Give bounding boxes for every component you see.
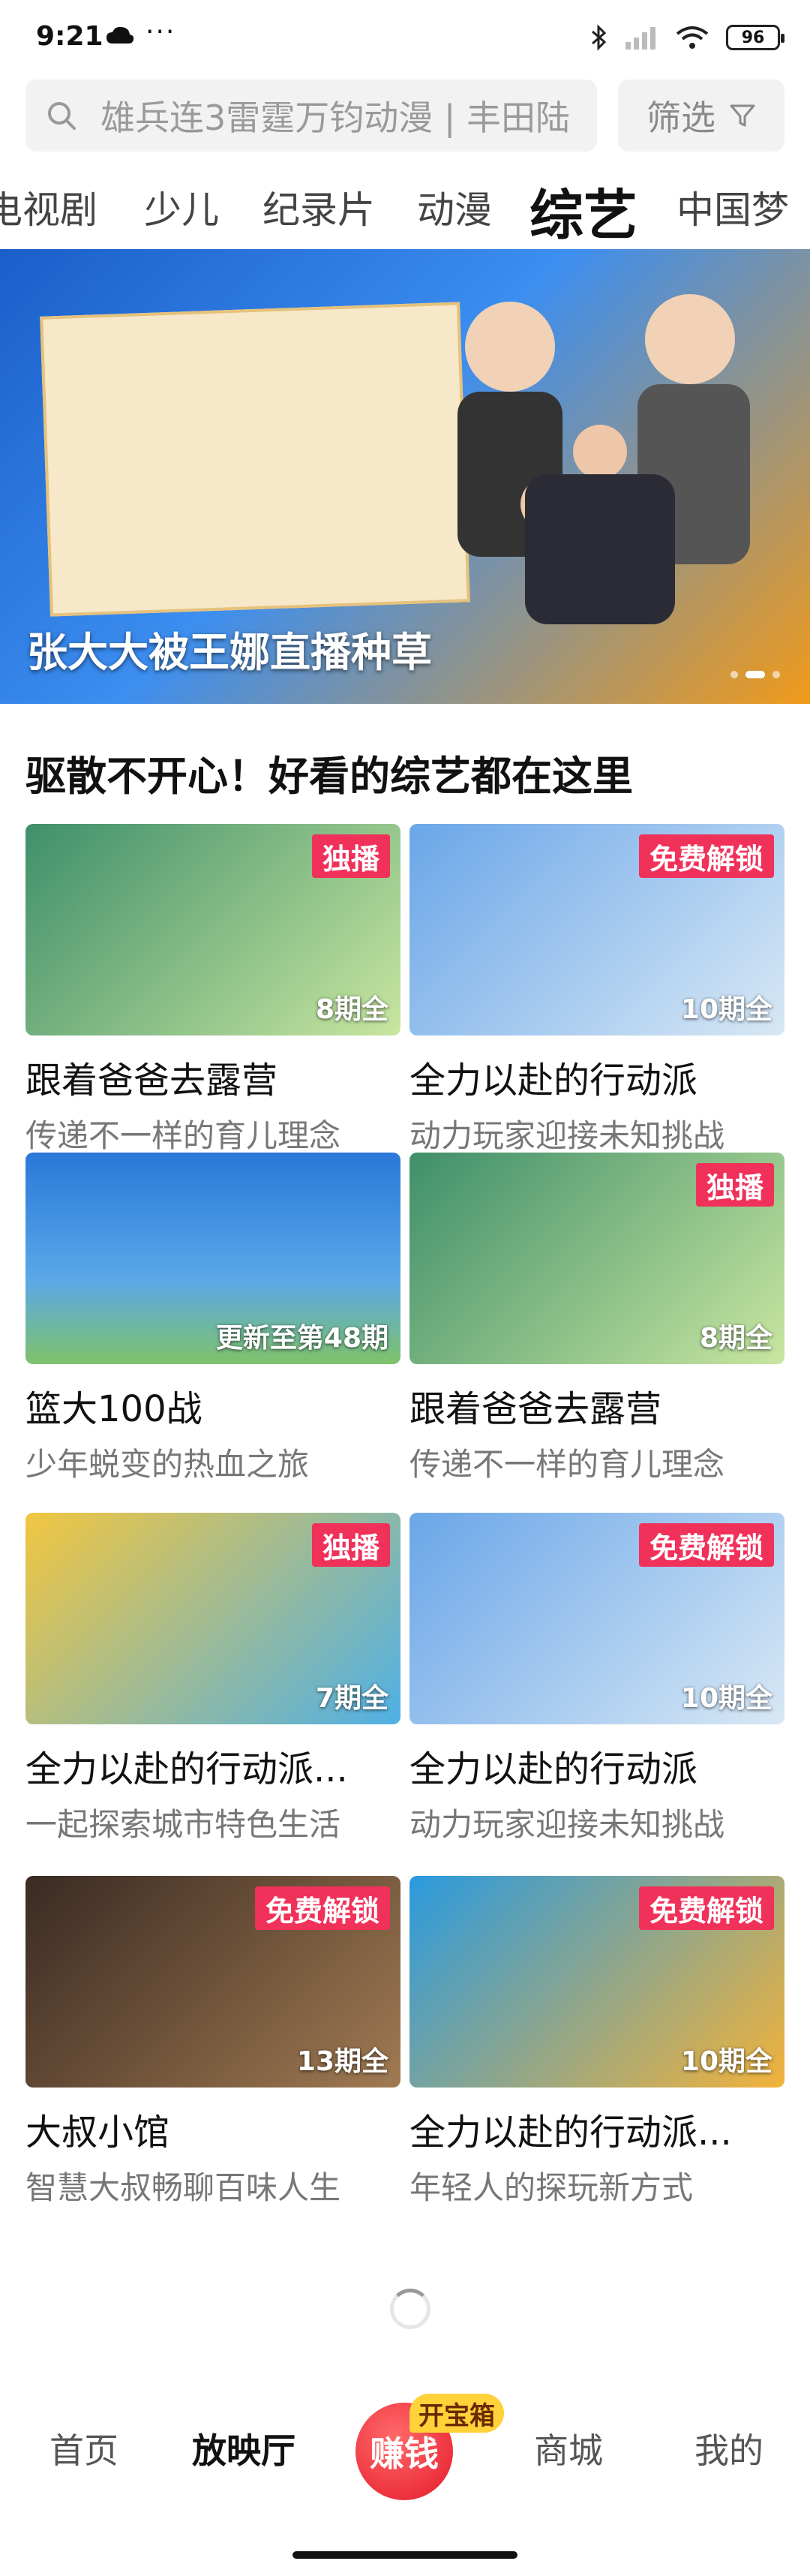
show-badge: 独播 [311,834,390,878]
show-thumbnail: 独播 7期全 [26,1513,400,1724]
carousel-indicator [730,671,780,678]
banner-people-image [458,294,750,624]
show-badge: 免费解锁 [638,1523,774,1567]
search-input[interactable]: 雄兵连3雷霆万钧动漫 | 丰田陆 [26,80,597,152]
tab-china-dream[interactable]: 中国梦 [676,180,789,234]
banner-title: 张大大被王娜直播种草 [27,629,432,676]
show-card[interactable]: 免费解锁 10期全 全力以赴的行动派 动力玩家迎接未知挑战 [410,824,784,1156]
episode-count: 10期全 [680,1683,772,1714]
show-thumbnail: 更新至第48期 [26,1153,400,1364]
tab-tv-series[interactable]: 电视剧 [0,180,98,234]
nav-home[interactable]: 首页 [50,2424,118,2473]
bluetooth-icon [592,24,607,51]
filter-label: 筛选 [646,98,716,138]
show-badge: 独播 [695,1163,774,1207]
show-subtitle: 动力玩家迎接未知挑战 [410,1117,725,1154]
show-card[interactable]: 独播 8期全 跟着爸爸去露营 传递不一样的育儿理念 [410,1153,784,1485]
bottom-navigation: 首页 放映厅 赚钱 开宝箱 商城 我的 [0,2386,810,2536]
show-thumbnail: 免费解锁 10期全 [410,1513,784,1724]
show-subtitle: 智慧大叔畅聊百味人生 [26,2169,341,2206]
show-title: 篮大100战 [26,1388,202,1430]
show-card[interactable]: 更新至第48期 篮大100战 少年蜕变的热血之旅 [26,1153,400,1485]
signal-icon [626,27,656,50]
show-badge: 独播 [311,1523,390,1567]
nav-mall[interactable]: 商城 [534,2424,603,2473]
wifi-icon [676,26,709,49]
loading-spinner-icon [390,2289,430,2329]
show-title: 跟着爸爸去露营 [410,1388,662,1430]
status-bar: 9:21 ··· 96 [0,0,810,75]
show-title: 全力以赴的行动派... [26,1748,348,1790]
earn-label: 赚钱 [370,2433,439,2474]
show-title: 全力以赴的行动派 [410,1748,698,1790]
show-title: 全力以赴的行动派 [410,1060,698,1102]
show-thumbnail: 免费解锁 13期全 [26,1876,400,2088]
battery-level: 96 [741,28,765,47]
section-title: 驱散不开心！好看的综艺都在这里 [26,753,633,800]
cloud-icon [106,26,134,44]
show-card[interactable]: 免费解锁 13期全 大叔小馆 智慧大叔畅聊百味人生 [26,1876,400,2208]
show-card[interactable]: 免费解锁 10期全 全力以赴的行动派... 年轻人的探玩新方式 [410,1876,784,2208]
category-tabs: 电视剧 少儿 纪录片 动漫 综艺 中国梦 [0,162,810,245]
show-subtitle: 传递不一样的育儿理念 [410,1446,725,1483]
battery-icon: 96 [726,25,784,50]
carousel-dot [772,671,780,678]
carousel-dot [730,671,738,678]
status-more-dots: ··· [146,17,176,47]
show-thumbnail: 独播 8期全 [410,1153,784,1364]
show-thumbnail: 免费解锁 10期全 [410,824,784,1036]
show-subtitle: 动力玩家迎接未知挑战 [410,1806,725,1843]
tab-variety[interactable]: 综艺 [530,171,638,245]
hero-banner[interactable]: 张大大被王娜直播种草 [0,249,810,704]
show-card[interactable]: 免费解锁 10期全 全力以赴的行动派 动力玩家迎接未知挑战 [410,1513,784,1845]
nav-cinema[interactable]: 放映厅 [192,2424,296,2473]
filter-button[interactable]: 筛选 [618,80,784,152]
show-title: 全力以赴的行动派... [410,2112,732,2154]
show-subtitle: 一起探索城市特色生活 [26,1806,341,1843]
show-subtitle: 少年蜕变的热血之旅 [26,1446,310,1483]
show-title: 大叔小馆 [26,2112,170,2154]
episode-count: 8期全 [315,994,388,1025]
episode-count: 8期全 [699,1323,772,1354]
episode-count: 10期全 [680,994,772,1025]
show-title: 跟着爸爸去露营 [26,1060,278,1102]
episode-count: 7期全 [315,1683,388,1714]
show-thumbnail: 免费解锁 10期全 [410,1876,784,2088]
status-time: 9:21 [36,21,104,52]
episode-count: 10期全 [680,2046,772,2077]
show-card[interactable]: 独播 7期全 全力以赴的行动派... 一起探索城市特色生活 [26,1513,400,1845]
tab-documentary[interactable]: 纪录片 [262,180,375,234]
show-card[interactable]: 独播 8期全 跟着爸爸去露营 传递不一样的育儿理念 [26,824,400,1156]
treasure-chest-badge[interactable]: 开宝箱 [410,2394,504,2433]
nav-me[interactable]: 我的 [694,2424,764,2473]
carousel-dot-active [746,671,765,678]
episode-count: 更新至第48期 [215,1323,388,1354]
show-subtitle: 年轻人的探玩新方式 [410,2169,694,2206]
search-placeholder: 雄兵连3雷霆万钧动漫 | 丰田陆 [100,98,571,138]
show-subtitle: 传递不一样的育儿理念 [26,1117,341,1154]
show-badge: 免费解锁 [638,1886,774,1930]
search-icon [48,102,76,130]
tab-kids[interactable]: 少儿 [144,180,219,234]
banner-artwork [40,302,470,617]
show-badge: 免费解锁 [638,834,774,878]
home-indicator [292,2551,518,2559]
tab-anime[interactable]: 动漫 [417,180,492,234]
show-badge: 免费解锁 [254,1886,390,1930]
show-thumbnail: 独播 8期全 [26,824,400,1036]
episode-count: 13期全 [296,2046,388,2077]
filter-icon [730,104,755,127]
